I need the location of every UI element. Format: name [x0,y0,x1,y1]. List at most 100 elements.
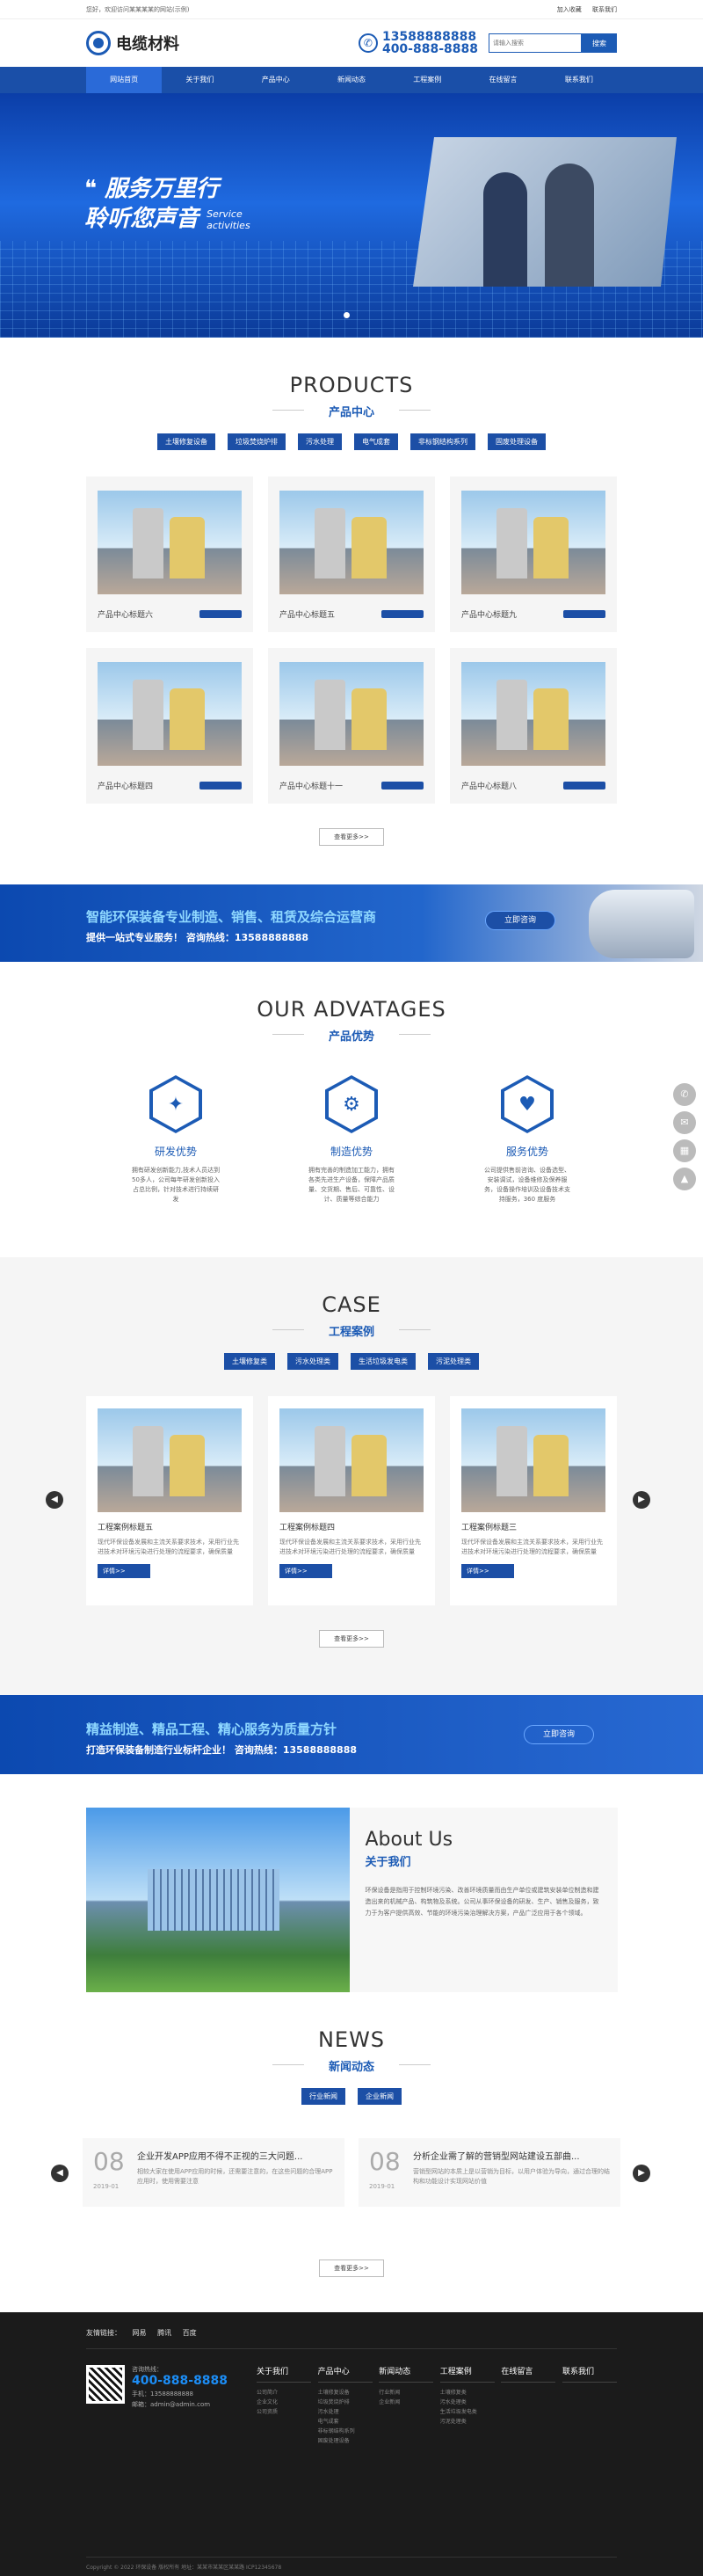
nav-cases[interactable]: 工程案例 [389,67,465,93]
slider-dot[interactable] [344,312,350,318]
product-title: 产品中心标题八 [461,782,518,791]
case-card[interactable]: 工程案例标题三 现代环保设备发展和主流关系要求技术，采用行业先进技术对环境污染进行… [450,1396,617,1605]
product-card[interactable]: 产品中心标题十一 [268,648,435,804]
nav-about[interactable]: 关于我们 [162,67,237,93]
footer-link[interactable]: 企业新闻 [379,2398,433,2407]
products-heading: PRODUCTS 产品中心 [0,338,703,419]
news-more-button[interactable]: 查看更多>> [319,2259,384,2277]
footer: 友情链接： 网易 腾讯 百度 咨询热线： 400-888-8888 手机：135… [0,2312,703,2576]
footer-col-title[interactable]: 联系我们 [562,2365,617,2383]
product-image [461,491,605,594]
footer-link[interactable]: 污泥处理类 [440,2417,495,2427]
product-cat[interactable]: 固废处理设备 [488,433,546,450]
back-to-top-icon[interactable]: ▲ [673,1168,696,1190]
nav-message[interactable]: 在线留言 [465,67,540,93]
advantage-desc: 拥有完善的制造加工能力，拥有各类先进生产设备，保障产品质量、交货期、售后、可靠性… [308,1167,395,1203]
case-image [98,1408,242,1512]
product-card[interactable]: 产品中心标题六 [86,477,253,632]
footer-link[interactable]: 生活垃圾发电类 [440,2407,495,2417]
footer-col-title[interactable]: 新闻动态 [379,2365,434,2383]
case-detail-button[interactable]: 详情>> [461,1564,514,1578]
product-cat[interactable]: 电气成套 [354,433,398,450]
add-favorite-link[interactable]: 加入收藏 [557,6,582,13]
footer-col-title[interactable]: 工程案例 [439,2365,495,2383]
footer-link[interactable]: 非标钢结构系列 [318,2427,373,2436]
product-more-button[interactable] [563,782,605,790]
case-card[interactable]: 工程案例标题五 现代环保设备发展和主流关系要求技术，采用行业先进技术对环境污染进行… [86,1396,253,1605]
product-more-button[interactable] [381,610,424,618]
case-detail-button[interactable]: 详情>> [279,1564,332,1578]
news-cat[interactable]: 企业新闻 [358,2088,402,2105]
phone-tool-icon[interactable]: ✆ [673,1083,696,1106]
footer-link[interactable]: 土壤修复类 [440,2388,495,2398]
footer-link[interactable]: 公司资质 [257,2407,311,2417]
page: 您好，欢迎访问某某某某的网站(示例) 加入收藏 联系我们 电缆材料 ✆ 1358… [0,0,703,2576]
product-card[interactable]: 产品中心标题八 [450,648,617,804]
footer-col-title[interactable]: 产品中心 [317,2365,373,2383]
footer-link[interactable]: 公司简介 [257,2388,311,2398]
product-more-button[interactable] [199,610,242,618]
footer-col-title[interactable]: 关于我们 [257,2365,311,2383]
footer-col-title[interactable]: 在线留言 [501,2365,556,2383]
case-detail-button[interactable]: 详情>> [98,1564,150,1578]
search-input[interactable] [489,33,582,53]
nav-home[interactable]: 网站首页 [86,67,163,93]
nav-news[interactable]: 新闻动态 [314,67,389,93]
case-prev-icon[interactable]: ◀ [46,1491,63,1509]
news-prev-icon[interactable]: ◀ [51,2165,69,2182]
product-card[interactable]: 产品中心标题九 [450,477,617,632]
logo[interactable]: 电缆材料 [86,31,179,55]
footer-link[interactable]: 电气成套 [318,2417,373,2427]
product-title: 产品中心标题十一 [279,782,344,791]
product-image [98,491,242,594]
search-button[interactable]: 搜索 [582,33,617,53]
case-cat[interactable]: 土壤修复类 [224,1353,275,1370]
product-more-button[interactable] [563,610,605,618]
case-cat[interactable]: 污泥处理类 [428,1353,479,1370]
friend-link[interactable]: 腾讯 [157,2329,171,2337]
news-card[interactable]: 08 2019-01 分析企业需了解的营销型网站建设五部曲... 营销型网站的本质上是… [359,2138,620,2207]
product-cat[interactable]: 非标钢结构系列 [410,433,475,450]
news-card[interactable]: 08 2019-01 企业开发APP应用不得不正视的三大问题... 相较大家在使用AP… [83,2138,344,2207]
news-cat[interactable]: 行业新闻 [301,2088,345,2105]
nav-contact[interactable]: 联系我们 [541,67,617,93]
case-more-button[interactable]: 查看更多>> [319,1630,384,1648]
product-cat[interactable]: 污水处理 [298,433,342,450]
case-title: 工程案例标题三 [461,1524,518,1532]
footer-link[interactable]: 土壤修复设备 [318,2388,373,2398]
case-next-icon[interactable]: ▶ [633,1491,650,1509]
case-cat[interactable]: 污水处理类 [287,1353,338,1370]
footer-link[interactable]: 行业新闻 [379,2388,433,2398]
news-next-icon[interactable]: ▶ [633,2165,650,2182]
case-cat[interactable]: 生活垃圾发电类 [351,1353,416,1370]
welcome-text: 您好，欢迎访问某某某某的网站(示例) [86,5,190,13]
nav-products[interactable]: 产品中心 [238,67,314,93]
promo-2-headline: 精益制造、精品工程、精心服务为质量方针 [86,1721,337,1737]
products-more-button[interactable]: 查看更多>> [319,828,384,846]
footer-link[interactable]: 固废处理设备 [318,2436,373,2446]
advantage-desc: 拥有研发创新能力,技术人员达到50多人，公司每年研发创新投入占总比例，针对技术进… [131,1167,221,1203]
footer-link[interactable]: 企业文化 [257,2398,311,2407]
news-day: 08 [93,2147,125,2176]
footer-contact: 咨询热线： 400-888-8888 手机：13588888888 邮箱：adm… [86,2365,244,2446]
consult-button-2[interactable]: 立即咨询 [524,1725,594,1744]
footer-link[interactable]: 污水处理类 [440,2398,495,2407]
about-image [85,1808,350,1992]
product-card[interactable]: 产品中心标题五 [268,477,435,632]
product-more-button[interactable] [199,782,242,790]
friend-link[interactable]: 百度 [183,2329,197,2337]
chat-tool-icon[interactable]: ✉ [673,1111,696,1134]
qr-tool-icon[interactable]: ▦ [673,1139,696,1162]
case-card[interactable]: 工程案例标题四 现代环保设备发展和主流关系要求技术，采用行业先进技术对环境污染进行… [268,1396,435,1605]
footer-link[interactable]: 污水处理 [318,2407,373,2417]
product-grid: 产品中心标题六 产品中心标题五 产品中心标题九 产品中心标题四 产品中心标题十一… [0,477,703,804]
main-nav: 网站首页 关于我们 产品中心 新闻动态 工程案例 在线留言 联系我们 [0,67,703,93]
consult-button[interactable]: 立即咨询 [485,911,555,930]
product-cat[interactable]: 垃圾焚烧炉排 [228,433,286,450]
product-cat[interactable]: 土壤修复设备 [157,433,215,450]
friend-link[interactable]: 网易 [133,2329,147,2337]
product-card[interactable]: 产品中心标题四 [86,648,253,804]
contact-link[interactable]: 联系我们 [592,6,617,13]
footer-link[interactable]: 垃圾焚烧炉排 [318,2398,373,2407]
product-more-button[interactable] [381,782,424,790]
